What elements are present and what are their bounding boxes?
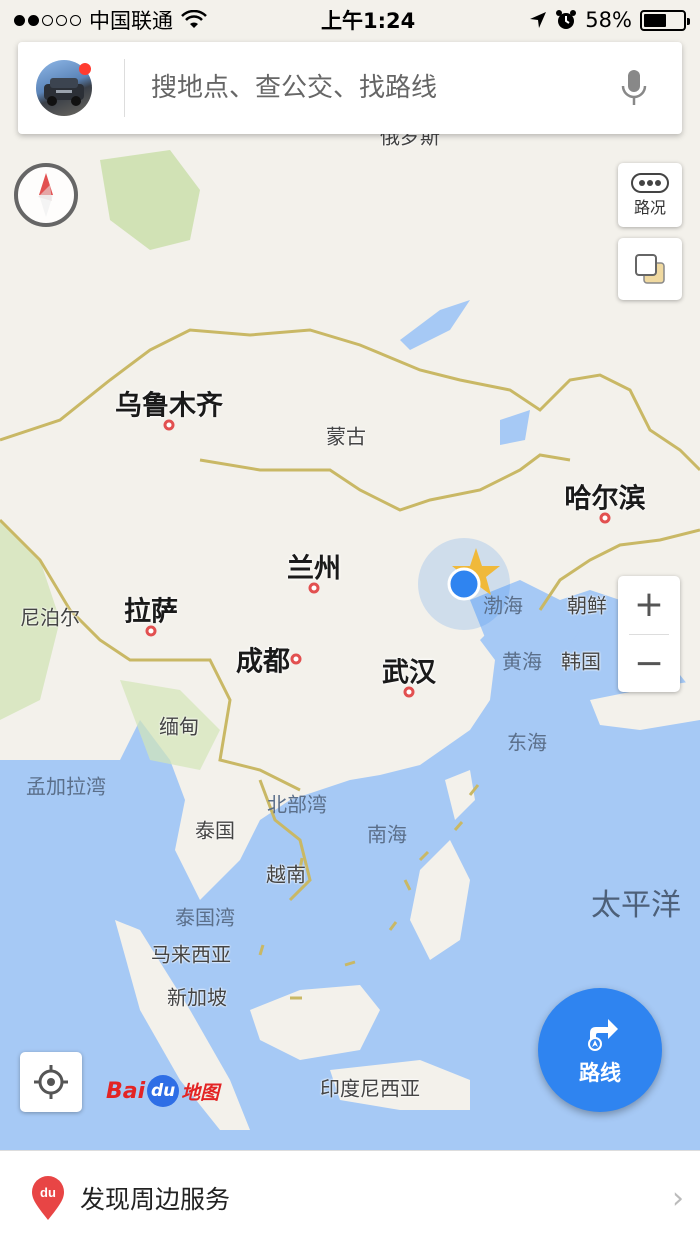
map-region-label: 越南 (266, 862, 306, 887)
signal-strength-icon (14, 14, 81, 26)
route-arrow-icon (588, 1019, 618, 1051)
carrier-name: 中国联通 (89, 9, 173, 33)
map-region-label: 新加坡 (167, 985, 227, 1010)
map-region-label: 朝鲜 (567, 593, 607, 618)
nearby-services-bar[interactable]: du 发现周边服务 › (0, 1150, 700, 1245)
brand-du: du (147, 1075, 180, 1107)
city-marker[interactable] (599, 512, 611, 524)
search-divider (124, 59, 125, 117)
layers-icon (635, 254, 665, 284)
map-city-label[interactable]: 成都 (236, 640, 290, 679)
location-services-icon (530, 12, 547, 28)
crosshair-icon (34, 1065, 68, 1099)
map-sea-label: 孟加拉湾 (26, 774, 106, 799)
zoom-out-button[interactable]: − (618, 634, 680, 692)
map-city-label[interactable]: 哈尔滨 (565, 477, 646, 516)
map-city-label[interactable]: 兰州 (287, 547, 341, 586)
map-region-label: 尼泊尔 (20, 605, 80, 630)
alarm-icon (556, 10, 577, 29)
zoom-in-button[interactable]: + (618, 576, 680, 634)
chevron-right-icon: › (672, 1180, 684, 1216)
search-input[interactable] (151, 73, 614, 103)
map-sea-label: 东海 (507, 730, 547, 755)
svg-text:du: du (40, 1185, 56, 1200)
map-region-label: 泰国 (195, 818, 235, 843)
traffic-label: 路况 (633, 197, 666, 217)
brand-map: 地图 (181, 1081, 220, 1104)
map-ocean-label: 太平洋 (591, 888, 681, 923)
route-label: 路线 (579, 1061, 621, 1085)
city-marker[interactable] (290, 653, 302, 665)
locate-me-button[interactable] (20, 1052, 82, 1112)
compass-icon (38, 173, 53, 217)
map-layers-button[interactable] (618, 238, 682, 300)
traffic-button[interactable]: 路况 (618, 163, 682, 227)
brand-bai: Bai (106, 1078, 146, 1104)
search-bar[interactable] (18, 42, 682, 134)
traffic-icon (631, 172, 669, 193)
map-city-label[interactable]: 乌鲁木齐 (115, 384, 223, 423)
wifi-icon (181, 10, 207, 28)
city-marker[interactable] (163, 419, 175, 431)
battery-icon (639, 9, 690, 31)
nearby-services-label: 发现周边服务 (80, 1185, 231, 1214)
map-sea-label: 泰国湾 (175, 905, 235, 930)
city-marker[interactable] (403, 686, 415, 698)
map-region-label: 缅甸 (159, 714, 199, 739)
route-button[interactable]: 路线 (538, 988, 662, 1112)
voice-search-button[interactable] (614, 63, 654, 113)
status-time: 上午1:24 (321, 9, 416, 33)
map-sea-label: 渤海 (483, 593, 523, 618)
notification-dot (79, 63, 91, 75)
map-sea-label: 黄海 (502, 649, 542, 674)
location-pin-icon: du (32, 1176, 64, 1220)
map-sea-label: 北部湾 (267, 792, 327, 817)
map-sea-label: 南海 (367, 822, 407, 847)
zoom-control: + − (618, 576, 680, 692)
map-region-label: 蒙古 (326, 424, 366, 449)
map-region-label: 韩国 (561, 649, 601, 674)
status-bar: 中国联通 上午1:24 58% (0, 0, 700, 40)
map-city-label[interactable]: 拉萨 (124, 590, 178, 629)
map-region-label: 马来西亚 (151, 942, 231, 967)
map-city-label[interactable]: 武汉 (382, 651, 436, 690)
microphone-icon (621, 70, 647, 105)
battery-percent: 58% (585, 8, 632, 32)
compass-button[interactable] (14, 163, 78, 227)
map-region-label: 印度尼西亚 (320, 1076, 420, 1101)
city-marker[interactable] (308, 582, 320, 594)
baidu-map-logo: Bai du 地图 (106, 1075, 219, 1107)
city-marker[interactable] (145, 625, 157, 637)
